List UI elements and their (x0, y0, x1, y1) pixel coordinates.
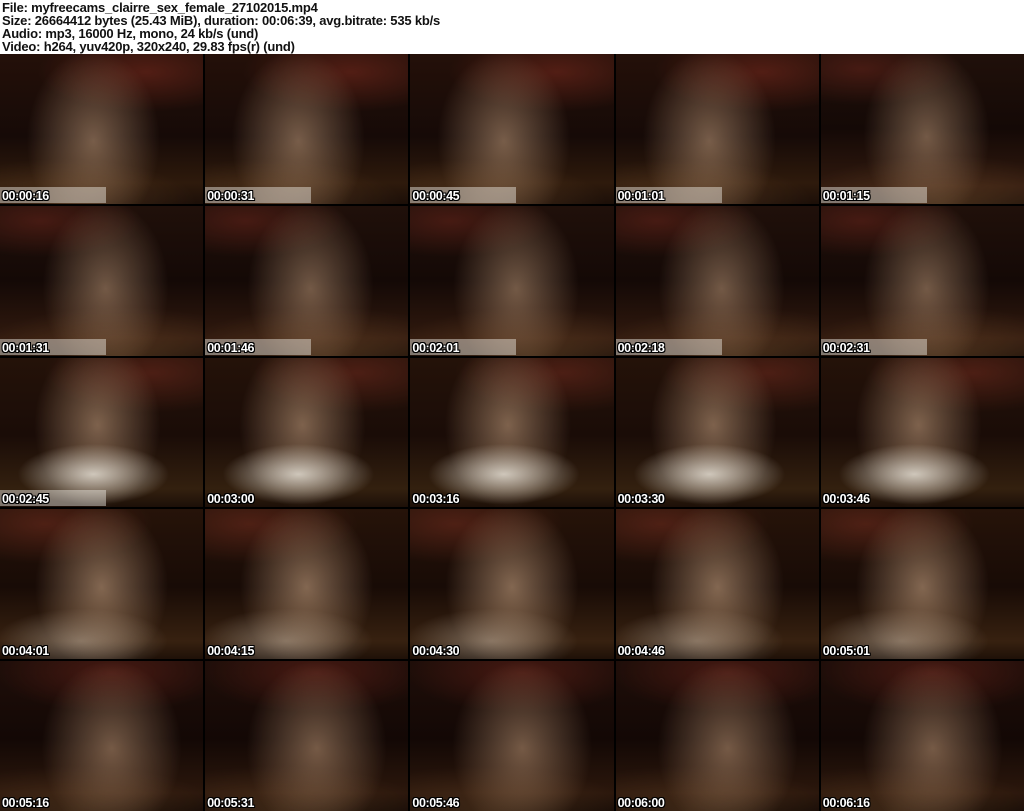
thumbnail-image-placeholder (820, 205, 1024, 356)
timestamp-overlay: 00:04:30 (412, 644, 460, 659)
video-thumbnail: 00:04:01 (0, 509, 204, 660)
video-thumbnail: 00:03:30 (615, 357, 819, 508)
timestamp-overlay: 00:05:46 (412, 796, 460, 810)
thumbnail-image-placeholder (615, 205, 819, 356)
timestamp-overlay: 00:04:46 (617, 644, 665, 659)
thumbnail-grid: 00:00:16 00:00:31 00:00:45 00:01:01 00:0… (0, 54, 1024, 811)
thumbnail-image-placeholder (205, 509, 409, 660)
thumbnail-image-placeholder (0, 509, 204, 660)
thumbnail-image-placeholder (205, 54, 409, 204)
timestamp-overlay: 00:05:31 (207, 796, 255, 810)
timestamp-overlay: 00:02:18 (617, 340, 665, 355)
timestamp-overlay: 00:00:31 (207, 188, 255, 203)
timestamp-overlay: 00:03:46 (822, 492, 870, 507)
thumbnail-image-placeholder (820, 661, 1024, 811)
video-thumbnail: 00:03:46 (820, 357, 1024, 508)
file-info-header: File: myfreecams_clairre_sex_female_2710… (0, 0, 1024, 54)
thumbnail-image-placeholder (615, 509, 819, 660)
timestamp-overlay: 00:01:15 (822, 188, 870, 203)
video-thumbnail: 00:02:31 (820, 205, 1024, 356)
video-thumbnail: 00:05:46 (410, 661, 614, 811)
thumbnail-image-placeholder (205, 661, 409, 811)
thumbnail-image-placeholder (615, 357, 819, 508)
thumbnail-image-placeholder (0, 661, 204, 811)
thumbnail-image-placeholder (820, 357, 1024, 508)
video-thumbnail: 00:00:16 (0, 54, 204, 204)
timestamp-overlay: 00:00:16 (2, 188, 49, 203)
video-thumbnail: 00:01:46 (205, 205, 409, 356)
timestamp-overlay: 00:01:01 (617, 188, 665, 203)
video-thumbnail: 00:04:30 (410, 509, 614, 660)
video-thumbnail: 00:01:31 (0, 205, 204, 356)
video-thumbnail: 00:05:16 (0, 661, 204, 811)
thumbnail-image-placeholder (0, 205, 204, 356)
video-thumbnail: 00:03:00 (205, 357, 409, 508)
timestamp-overlay: 00:06:00 (617, 796, 665, 810)
video-thumbnail: 00:05:31 (205, 661, 409, 811)
video-thumbnail: 00:00:31 (205, 54, 409, 204)
video-thumbnail: 00:02:45 (0, 357, 204, 508)
timestamp-overlay: 00:02:31 (822, 340, 870, 355)
timestamp-overlay: 00:02:45 (2, 492, 49, 507)
timestamp-overlay: 00:03:30 (617, 492, 665, 507)
thumbnail-image-placeholder (615, 661, 819, 811)
video-thumbnail: 00:00:45 (410, 54, 614, 204)
video-thumbnail: 00:01:15 (820, 54, 1024, 204)
thumbnail-image-placeholder (820, 509, 1024, 660)
video-thumbnail: 00:03:16 (410, 357, 614, 508)
thumbnail-image-placeholder (0, 54, 204, 204)
video-thumbnail: 00:01:01 (615, 54, 819, 204)
timestamp-overlay: 00:06:16 (822, 796, 870, 810)
thumbnail-image-placeholder (205, 205, 409, 356)
timestamp-overlay: 00:04:01 (2, 644, 49, 659)
video-thumbnail: 00:02:01 (410, 205, 614, 356)
timestamp-overlay: 00:01:31 (2, 340, 49, 355)
timestamp-overlay: 00:04:15 (207, 644, 255, 659)
thumbnail-image-placeholder (410, 661, 614, 811)
timestamp-overlay: 00:05:16 (2, 796, 49, 810)
timestamp-overlay: 00:00:45 (412, 188, 460, 203)
video-info-line: Video: h264, yuv420p, 320x240, 29.83 fps… (2, 39, 295, 54)
thumbnail-image-placeholder (410, 357, 614, 508)
video-thumbnail: 00:04:15 (205, 509, 409, 660)
timestamp-overlay: 00:03:00 (207, 492, 255, 507)
thumbnail-image-placeholder (205, 357, 409, 508)
contact-sheet: File: myfreecams_clairre_sex_female_2710… (0, 0, 1024, 811)
video-thumbnail: 00:06:16 (820, 661, 1024, 811)
video-thumbnail: 00:04:46 (615, 509, 819, 660)
thumbnail-image-placeholder (410, 509, 614, 660)
video-thumbnail: 00:02:18 (615, 205, 819, 356)
thumbnail-image-placeholder (615, 54, 819, 204)
thumbnail-image-placeholder (820, 54, 1024, 204)
thumbnail-image-placeholder (410, 54, 614, 204)
video-thumbnail: 00:06:00 (615, 661, 819, 811)
thumbnail-image-placeholder (0, 357, 204, 508)
timestamp-overlay: 00:01:46 (207, 340, 255, 355)
thumbnail-image-placeholder (410, 205, 614, 356)
video-thumbnail: 00:05:01 (820, 509, 1024, 660)
timestamp-overlay: 00:02:01 (412, 340, 460, 355)
timestamp-overlay: 00:03:16 (412, 492, 460, 507)
timestamp-overlay: 00:05:01 (822, 644, 870, 659)
